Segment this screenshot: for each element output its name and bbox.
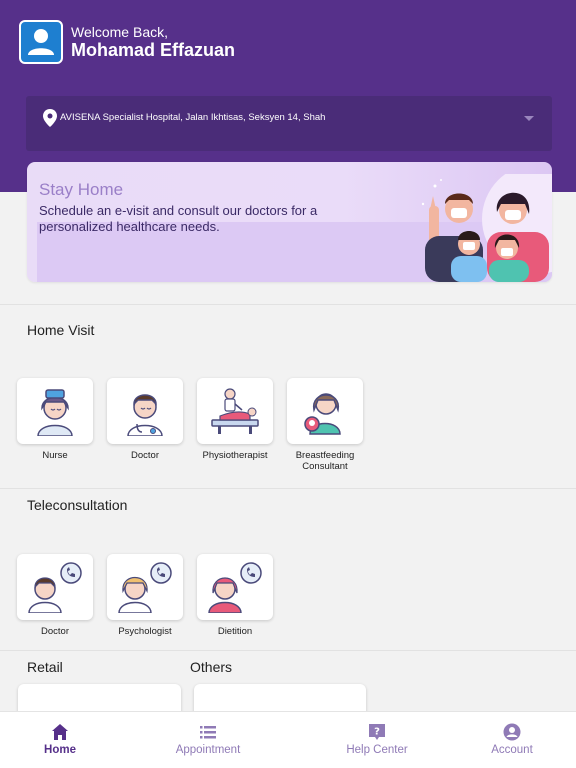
physiotherapist-icon bbox=[211, 388, 259, 434]
home-visit-title: Home Visit bbox=[27, 322, 95, 338]
user-icon bbox=[28, 29, 54, 55]
doctor-icon bbox=[127, 394, 163, 436]
teleconsult-doctor[interactable]: Doctor bbox=[17, 554, 93, 637]
home-visit-nurse[interactable]: Nurse bbox=[17, 378, 93, 461]
breastfeeding-consultant-icon bbox=[304, 393, 341, 435]
location-text: AVISENA Specialist Hospital, Jalan Ikhti… bbox=[60, 112, 326, 123]
teleconsultation-title: Teleconsultation bbox=[27, 497, 128, 513]
teleconsult-dietitian[interactable]: Dietition bbox=[197, 554, 273, 637]
service-card[interactable] bbox=[287, 378, 363, 444]
bottom-nav: Home Appointment ? Help Center Account bbox=[0, 711, 576, 768]
svg-text:?: ? bbox=[374, 727, 380, 738]
service-card[interactable] bbox=[197, 554, 273, 620]
home-visit-physiotherapist[interactable]: Physiotherapist bbox=[197, 378, 273, 461]
service-card[interactable] bbox=[107, 378, 183, 444]
nav-help-center[interactable]: ? Help Center bbox=[322, 712, 432, 768]
stay-home-banner[interactable]: Stay Home Schedule an e-visit and consul… bbox=[27, 162, 552, 282]
nav-home-label: Home bbox=[44, 744, 76, 756]
nav-help-center-label: Help Center bbox=[346, 744, 408, 756]
location-selector[interactable]: AVISENA Specialist Hospital, Jalan Ikhti… bbox=[26, 96, 552, 151]
service-card[interactable] bbox=[17, 554, 93, 620]
list-icon bbox=[200, 726, 216, 739]
service-label: Physiotherapist bbox=[202, 450, 268, 461]
service-card[interactable] bbox=[17, 378, 93, 444]
chevron-down-icon[interactable] bbox=[524, 116, 534, 121]
teleconsult-psychologist[interactable]: Psychologist bbox=[107, 554, 183, 637]
dietitian-call-icon bbox=[208, 562, 262, 613]
nav-appointment[interactable]: Appointment bbox=[153, 712, 263, 768]
doctor-call-icon bbox=[28, 562, 82, 613]
section-divider bbox=[0, 488, 576, 489]
psychologist-call-icon bbox=[118, 562, 172, 613]
nav-appointment-label: Appointment bbox=[175, 744, 241, 756]
service-label: Nurse bbox=[42, 450, 68, 461]
service-label: Doctor bbox=[131, 450, 159, 461]
service-label: Psychologist bbox=[118, 626, 172, 637]
banner-subtitle: Schedule an e-visit and consult our doct… bbox=[39, 203, 318, 234]
home-icon bbox=[52, 724, 68, 740]
service-card[interactable] bbox=[197, 378, 273, 444]
banner-title: Stay Home bbox=[39, 180, 124, 199]
location-pin-icon bbox=[43, 109, 57, 127]
service-card[interactable] bbox=[107, 554, 183, 620]
section-divider bbox=[0, 304, 576, 305]
service-label: Doctor bbox=[41, 626, 69, 637]
home-visit-doctor[interactable]: Doctor bbox=[107, 378, 183, 461]
retail-title: Retail bbox=[27, 659, 63, 675]
nurse-icon bbox=[37, 389, 73, 436]
user-avatar[interactable] bbox=[19, 20, 63, 64]
nav-account[interactable]: Account bbox=[457, 712, 567, 768]
section-divider bbox=[0, 650, 576, 651]
family-illustration bbox=[421, 174, 552, 282]
nav-home[interactable]: Home bbox=[5, 712, 115, 768]
service-label: Dietition bbox=[217, 626, 253, 637]
welcome-text: Welcome Back, bbox=[71, 24, 168, 40]
question-icon: ? bbox=[369, 724, 385, 740]
home-visit-breastfeeding-consultant[interactable]: Breastfeeding Consultant bbox=[287, 378, 363, 472]
others-title: Others bbox=[190, 659, 233, 675]
account-icon bbox=[503, 723, 521, 741]
service-label: Breastfeeding Consultant bbox=[295, 450, 355, 472]
nav-account-label: Account bbox=[491, 744, 533, 756]
user-name: Mohamad Effazuan bbox=[71, 40, 236, 60]
